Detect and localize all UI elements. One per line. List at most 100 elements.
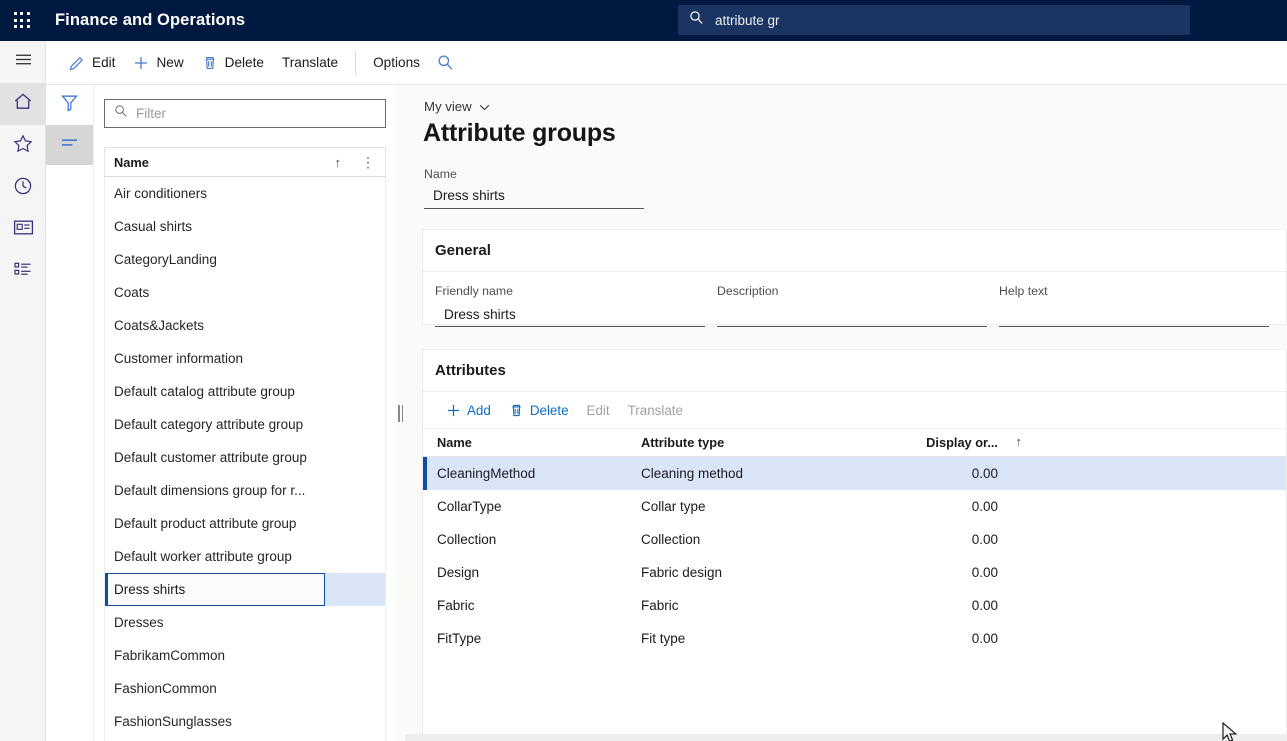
table-row[interactable]: DesignFabric design0.00 <box>423 556 1286 589</box>
search-icon <box>689 10 704 30</box>
command-bar-search-button[interactable] <box>429 48 462 78</box>
list-column-header[interactable]: Name ↑ ⋮ <box>104 147 386 177</box>
name-input[interactable]: Dress shirts <box>424 183 644 209</box>
list-item[interactable]: Customer information <box>105 342 385 375</box>
cell-display-order: 0.00 <box>863 631 998 646</box>
trash-icon <box>509 403 524 418</box>
table-row[interactable]: FitTypeFit type0.00 <box>423 622 1286 655</box>
list-item[interactable]: Casual shirts <box>105 210 385 243</box>
column-header-name[interactable]: Name <box>423 435 641 450</box>
edit-button[interactable]: Edit <box>60 48 124 78</box>
general-field-input[interactable] <box>717 302 987 327</box>
home-icon <box>13 92 33 116</box>
cell-attribute-name: CollarType <box>423 499 641 514</box>
list-item[interactable]: Default dimensions group for r... <box>105 474 385 507</box>
list-item[interactable]: Default category attribute group <box>105 408 385 441</box>
general-field-input[interactable] <box>999 302 1269 327</box>
column-overflow-icon[interactable]: ⋮ <box>361 158 375 167</box>
new-button[interactable]: New <box>124 48 192 78</box>
app-launcher-icon <box>14 12 31 29</box>
list-item-label: Default customer attribute group <box>114 450 307 465</box>
general-section-header: General <box>423 230 1286 272</box>
new-label: New <box>156 55 183 70</box>
sidebar-item-hamburger[interactable] <box>0 41 46 83</box>
translate-button[interactable]: Translate <box>273 48 347 78</box>
list-item[interactable]: Default customer attribute group <box>105 441 385 474</box>
sidebar-item-home[interactable] <box>0 83 46 125</box>
attributes-delete-label: Delete <box>530 403 569 418</box>
attributes-delete-button[interactable]: Delete <box>500 397 578 424</box>
panel-splitter[interactable] <box>396 85 405 741</box>
table-row[interactable]: CleaningMethodCleaning method0.00 <box>423 457 1286 490</box>
sidebar-item-recent[interactable] <box>0 167 46 209</box>
attributes-add-label: Add <box>467 403 491 418</box>
table-row[interactable]: CollectionCollection0.00 <box>423 523 1286 556</box>
list-item-label: Default dimensions group for r... <box>114 483 305 498</box>
filter-input[interactable]: Filter <box>104 99 386 128</box>
list-item[interactable]: FabrikamCommon <box>105 639 385 672</box>
cell-attribute-name: Fabric <box>423 598 641 613</box>
view-toggle-rail <box>46 85 94 741</box>
cell-attribute-type: Collection <box>641 532 863 547</box>
cell-attribute-name: CleaningMethod <box>423 466 641 481</box>
attributes-translate-label: Translate <box>628 403 683 418</box>
hamburger-icon <box>14 52 33 72</box>
sidebar-item-modules[interactable] <box>0 251 46 293</box>
sidebar-item-workspaces[interactable] <box>0 209 46 251</box>
filter-placeholder: Filter <box>136 106 166 121</box>
list-view-toggle[interactable] <box>46 125 93 165</box>
attributes-table-header: Name Attribute type Display or... ↑ <box>423 429 1286 457</box>
view-selector-label: My view <box>424 99 472 114</box>
attributes-add-button[interactable]: Add <box>437 397 500 424</box>
column-header-attribute-type[interactable]: Attribute type <box>641 435 863 450</box>
general-fields: Friendly nameDress shirtsDescriptionHelp… <box>423 272 1286 327</box>
list-item-label: Dresses <box>114 615 164 630</box>
plus-icon <box>133 55 149 71</box>
cell-display-order: 0.00 <box>863 499 998 514</box>
list-item[interactable]: Dresses <box>105 606 385 639</box>
navigation-rail <box>0 41 46 741</box>
view-selector[interactable]: My view <box>424 99 490 114</box>
cell-attribute-type: Fabric <box>641 598 863 613</box>
general-section-title: General <box>435 242 491 259</box>
options-button[interactable]: Options <box>364 48 429 78</box>
general-field-label: Friendly name <box>435 284 705 298</box>
list-item[interactable]: Default product attribute group <box>105 507 385 540</box>
app-title: Finance and Operations <box>55 11 245 30</box>
list-item[interactable]: Coats&Jackets <box>105 309 385 342</box>
list-item[interactable]: Dress shirts <box>105 573 385 606</box>
delete-label: Delete <box>225 55 264 70</box>
delete-button[interactable]: Delete <box>193 48 273 78</box>
command-bar: Edit New Delete Translate Options <box>46 41 1287 85</box>
attribute-group-list[interactable]: Air conditioners Casual shirts CategoryLan… <box>104 177 386 741</box>
table-row[interactable]: FabricFabric0.00 <box>423 589 1286 622</box>
general-field: Description <box>717 284 987 327</box>
search-icon <box>114 104 128 123</box>
list-item[interactable]: Default catalog attribute group <box>105 375 385 408</box>
global-search-value: attribute gr <box>715 13 780 28</box>
list-item[interactable]: FashionSunglasses <box>105 705 385 738</box>
sidebar-item-favorites[interactable] <box>0 125 46 167</box>
list-item-label: Dress shirts <box>114 582 185 597</box>
list-item[interactable]: Default worker attribute group <box>105 540 385 573</box>
list-item[interactable]: FashionCommon <box>105 672 385 705</box>
list-item[interactable]: Coats <box>105 276 385 309</box>
pencil-icon <box>69 55 85 71</box>
translate-label: Translate <box>282 55 338 70</box>
general-field-value: Dress shirts <box>444 307 516 322</box>
general-field-input[interactable]: Dress shirts <box>435 302 705 327</box>
clock-icon <box>13 176 33 201</box>
list-item[interactable]: CategoryLanding <box>105 243 385 276</box>
app-launcher-button[interactable] <box>0 0 44 41</box>
filter-pane-toggle[interactable] <box>46 85 93 125</box>
global-search-box[interactable]: attribute gr <box>678 5 1190 35</box>
cell-display-order: 0.00 <box>863 565 998 580</box>
list-item[interactable]: Air conditioners <box>105 177 385 210</box>
workspace-icon <box>13 219 34 241</box>
edit-label: Edit <box>92 55 115 70</box>
attributes-section-header: Attributes <box>423 350 1286 392</box>
list-item-label: Casual shirts <box>114 219 192 234</box>
cell-display-order: 0.00 <box>863 598 998 613</box>
table-row[interactable]: CollarTypeCollar type0.00 <box>423 490 1286 523</box>
column-header-display-order[interactable]: Display or... ↑ <box>863 435 998 450</box>
